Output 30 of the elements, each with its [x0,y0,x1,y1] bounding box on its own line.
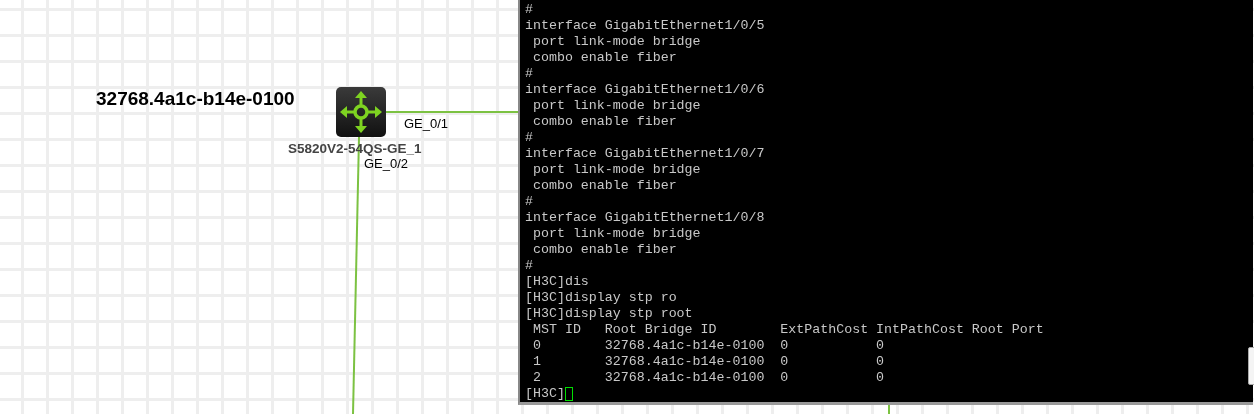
terminal-prompt: [H3C] [525,386,565,402]
terminal-line: combo enable fiber [531,242,678,258]
terminal-line: MST ID Root Bridge ID ExtPathCost IntPathCost Root Port [531,322,1045,338]
terminal-line: # [525,194,534,210]
terminal-line: interface GigabitEthernet1/0/7 [525,146,766,162]
terminal-line: interface GigabitEthernet1/0/5 [525,18,766,34]
terminal-line: port link-mode bridge [531,226,702,242]
terminal-line: 2 32768.4a1c-b14e-0100 0 0 [531,370,886,386]
terminal-line: [H3C]display stp root [525,306,694,322]
port-label: GE_0/2 [364,156,409,171]
terminal-line: port link-mode bridge [531,98,702,114]
terminal-line: port link-mode bridge [531,34,702,50]
terminal-line: combo enable fiber [531,178,678,194]
terminal-line: [H3C]display stp ro [525,290,678,306]
terminal-line: interface GigabitEthernet1/0/6 [525,82,766,98]
terminal-line: # [525,2,534,18]
terminal-line: combo enable fiber [531,114,678,130]
terminal-line: 1 32768.4a1c-b14e-0100 0 0 [531,354,886,370]
terminal-line: # [525,66,534,82]
root-bridge-label: 32768.4a1c-b14e-0100 [96,88,295,110]
terminal-line: 0 32768.4a1c-b14e-0100 0 0 [531,338,886,354]
terminal-line: # [525,130,534,146]
text-cursor [564,387,573,401]
terminal-line: port link-mode bridge [531,162,702,178]
switch-icon[interactable] [336,87,386,137]
terminal-line: [H3C]dis [525,274,590,290]
terminal-line: interface GigabitEthernet1/0/8 [525,210,766,226]
terminal-line: combo enable fiber [531,50,678,66]
terminal-line: # [525,258,534,274]
port-label: GE_0/1 [404,116,449,131]
